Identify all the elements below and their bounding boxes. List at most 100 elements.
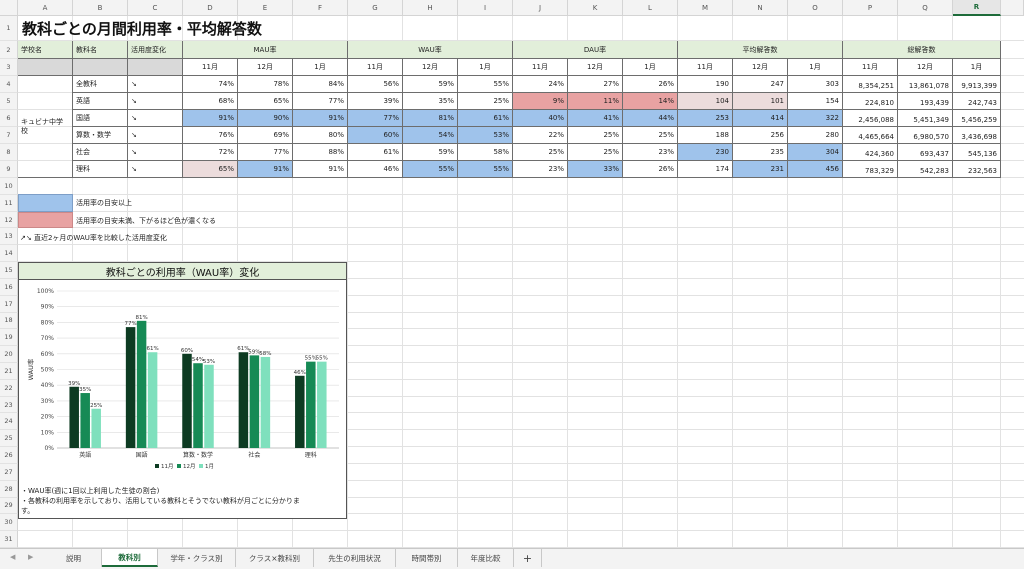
legend-pink-swatch[interactable] (18, 212, 73, 228)
mau-value-cell[interactable]: 80% (293, 127, 348, 144)
row-header[interactable]: 2 (0, 41, 18, 59)
sheet-tab[interactable]: 先生の利用状況 (314, 549, 396, 567)
row-header[interactable]: 21 (0, 363, 18, 380)
legend-blue-swatch[interactable] (18, 194, 73, 212)
subject-cell[interactable]: 算数・数学 (73, 127, 128, 144)
sheet-title[interactable]: 教科ごとの月間利用率・平均解答数 (22, 18, 262, 39)
header-month[interactable]: 1月 (458, 59, 513, 76)
subject-cell[interactable]: 国語 (73, 110, 128, 127)
bar[interactable] (204, 364, 214, 448)
mau-value-cell[interactable]: 91% (293, 161, 348, 178)
header-month[interactable]: 11月 (348, 59, 403, 76)
wau-value-cell[interactable]: 39% (348, 93, 403, 110)
dau-value-cell[interactable]: 22% (513, 127, 568, 144)
mau-value-cell[interactable]: 76% (183, 127, 238, 144)
total-value-cell[interactable]: 693,437 (898, 144, 953, 161)
dau-value-cell[interactable]: 25% (623, 127, 678, 144)
header-blank[interactable] (18, 59, 73, 76)
avg-value-cell[interactable]: 456 (788, 161, 843, 178)
dau-value-cell[interactable]: 25% (568, 127, 623, 144)
trend-arrow-cell[interactable]: ↘ (128, 93, 183, 110)
row-header[interactable]: 24 (0, 413, 18, 431)
trend-arrow-cell[interactable]: ↘ (128, 144, 183, 161)
header-subject[interactable]: 教科名 (73, 41, 128, 59)
total-value-cell[interactable]: 5,456,259 (953, 110, 1001, 127)
dau-value-cell[interactable]: 14% (623, 93, 678, 110)
avg-value-cell[interactable]: 303 (788, 76, 843, 93)
bar[interactable] (91, 408, 101, 448)
row-header[interactable]: 1 (0, 16, 18, 41)
wau-value-cell[interactable]: 77% (348, 110, 403, 127)
bar[interactable] (193, 363, 203, 448)
trend-arrow-cell[interactable]: ↘ (128, 110, 183, 127)
column-header[interactable]: G (348, 0, 403, 16)
tab-scroll-right-icon[interactable]: ▶ (28, 553, 33, 561)
mau-value-cell[interactable]: 91% (183, 110, 238, 127)
subject-cell[interactable]: 全教科 (73, 76, 128, 93)
row-header[interactable]: 20 (0, 346, 18, 363)
column-header[interactable]: J (513, 0, 568, 16)
header-month[interactable]: 11月 (678, 59, 733, 76)
column-header[interactable]: R (953, 0, 1001, 16)
bar[interactable] (260, 356, 271, 448)
row-header[interactable]: 15 (0, 262, 18, 279)
header-month[interactable]: 11月 (843, 59, 898, 76)
tab-scroll-left-icon[interactable]: ◀ (10, 553, 15, 561)
header-group[interactable]: DAU率 (513, 41, 678, 59)
mau-value-cell[interactable]: 72% (183, 144, 238, 161)
total-value-cell[interactable]: 13,861,078 (898, 76, 953, 93)
dau-value-cell[interactable]: 26% (623, 76, 678, 93)
header-school[interactable]: 学校名 (18, 41, 73, 59)
avg-value-cell[interactable]: 322 (788, 110, 843, 127)
column-header[interactable]: L (623, 0, 678, 16)
mau-value-cell[interactable]: 88% (293, 144, 348, 161)
wau-value-cell[interactable]: 61% (458, 110, 513, 127)
column-header[interactable]: C (128, 0, 183, 16)
header-trend[interactable]: 活用度変化 (128, 41, 183, 59)
wau-value-cell[interactable]: 61% (348, 144, 403, 161)
header-group[interactable]: 平均解答数 (678, 41, 843, 59)
dau-value-cell[interactable]: 23% (623, 144, 678, 161)
mau-value-cell[interactable]: 68% (183, 93, 238, 110)
sheet-tab[interactable]: クラス×教科別 (236, 549, 314, 567)
column-header[interactable]: M (678, 0, 733, 16)
dau-value-cell[interactable]: 24% (513, 76, 568, 93)
mau-value-cell[interactable]: 65% (183, 161, 238, 178)
mau-value-cell[interactable]: 69% (238, 127, 293, 144)
total-value-cell[interactable]: 3,436,698 (953, 127, 1001, 144)
row-header[interactable]: 31 (0, 531, 18, 548)
column-header[interactable]: P (843, 0, 898, 16)
avg-value-cell[interactable]: 190 (678, 76, 733, 93)
bar[interactable] (306, 361, 316, 448)
header-month[interactable]: 1月 (788, 59, 843, 76)
bar[interactable] (182, 353, 192, 448)
column-header[interactable]: E (238, 0, 293, 16)
mau-value-cell[interactable]: 74% (183, 76, 238, 93)
wau-chart[interactable]: 教科ごとの利用率（WAU率）変化 0% 10% 20% 30% 40% 50% 60% 70%… (18, 262, 347, 519)
row-header[interactable]: 18 (0, 312, 18, 330)
column-header[interactable]: I (458, 0, 513, 16)
total-value-cell[interactable]: 8,354,251 (843, 76, 898, 93)
row-header[interactable]: 12 (0, 211, 18, 229)
total-value-cell[interactable]: 542,283 (898, 161, 953, 178)
avg-value-cell[interactable]: 414 (733, 110, 788, 127)
dau-value-cell[interactable]: 33% (568, 161, 623, 178)
trend-arrow-cell[interactable]: ↘ (128, 127, 183, 144)
avg-value-cell[interactable]: 230 (678, 144, 733, 161)
dau-value-cell[interactable]: 44% (623, 110, 678, 127)
avg-value-cell[interactable]: 280 (788, 127, 843, 144)
header-month[interactable]: 12月 (403, 59, 458, 76)
header-group[interactable]: MAU率 (183, 41, 348, 59)
wau-value-cell[interactable]: 25% (458, 93, 513, 110)
legend-blue-text[interactable]: 活用率の目安以上 (76, 198, 132, 208)
dau-value-cell[interactable]: 23% (513, 161, 568, 178)
column-header[interactable]: D (183, 0, 238, 16)
header-month[interactable]: 1月 (623, 59, 678, 76)
header-month[interactable]: 11月 (513, 59, 568, 76)
column-header[interactable]: H (403, 0, 458, 16)
total-value-cell[interactable]: 9,913,399 (953, 76, 1001, 93)
row-header[interactable]: 11 (0, 194, 18, 212)
row-header[interactable]: 29 (0, 497, 18, 515)
mau-value-cell[interactable]: 77% (293, 93, 348, 110)
wau-value-cell[interactable]: 54% (403, 127, 458, 144)
